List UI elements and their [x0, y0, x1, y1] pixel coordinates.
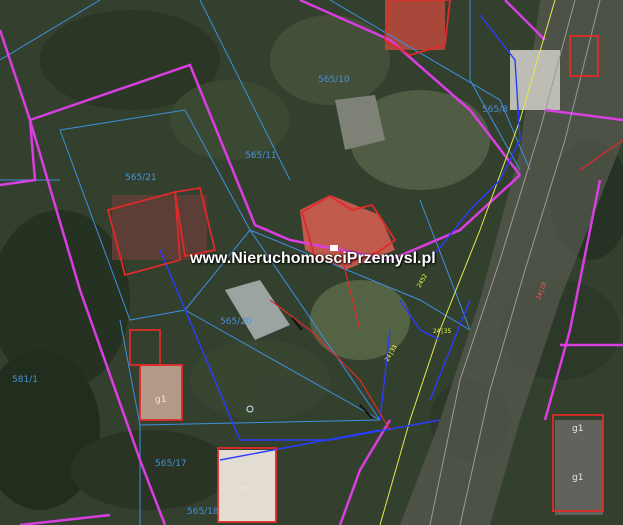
watermark-text: www.NieruchomosciPrzemysl.pl	[190, 250, 436, 267]
parcel-label: 565/10	[318, 75, 350, 85]
parcel-label: 565/21	[125, 173, 157, 183]
parcel-label: 565/18	[187, 507, 219, 517]
parcel-label: 565/8	[482, 105, 508, 115]
parcel-label: 581/1	[12, 375, 38, 385]
building-label: mi	[240, 484, 251, 494]
building-label: g1	[155, 395, 166, 405]
parcel-label: 565/17	[155, 459, 187, 469]
building-label: g1	[572, 424, 583, 434]
dimension-label: 24|35	[433, 328, 451, 335]
parcel-label: 565/20	[220, 317, 252, 327]
cadastral-map[interactable]: 565/10 565/8 565/11 565/21 565/20 581/1 …	[0, 0, 623, 525]
parcel-label: 565/11	[245, 151, 277, 161]
building-label: g1	[572, 473, 583, 483]
